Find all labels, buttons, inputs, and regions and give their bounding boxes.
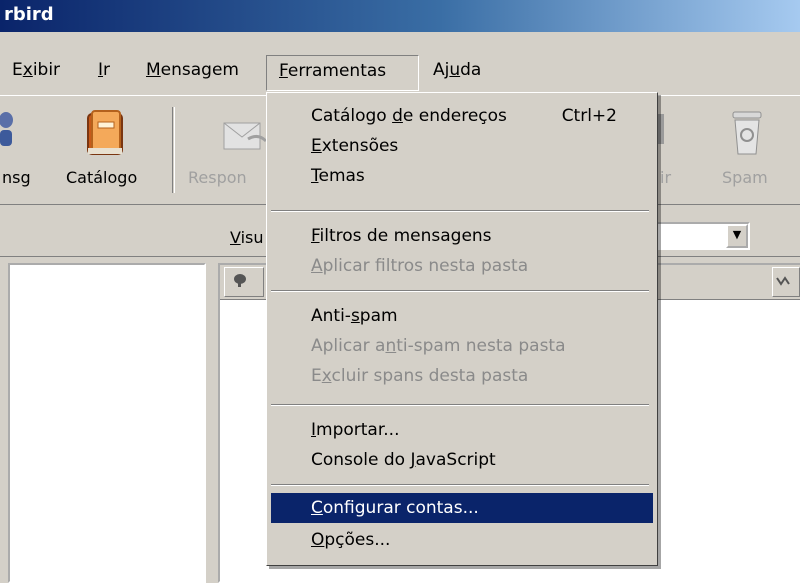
junk-column-icon[interactable] xyxy=(772,267,800,297)
view-label: Visu xyxy=(230,228,264,247)
menu-separator xyxy=(271,290,649,292)
new-msg-button-label[interactable]: nsg xyxy=(2,168,31,187)
menu-ajuda[interactable]: Ajuda xyxy=(433,60,481,80)
thread-column-icon[interactable] xyxy=(224,267,264,297)
menu-item-message-filters[interactable]: Filtros de mensagens xyxy=(267,221,651,251)
pane-splitter[interactable] xyxy=(206,263,218,583)
menu-item-apply-antispam: Aplicar anti-spam nesta pasta xyxy=(311,336,566,356)
menu-item-address-book[interactable]: Catálogo de endereços Ctrl+2 xyxy=(267,101,651,131)
reply-button-label: Respon xyxy=(188,168,247,187)
menu-item-account-settings[interactable]: Configurar contas... xyxy=(271,493,653,523)
menu-item-themes[interactable]: Temas xyxy=(267,161,651,191)
menu-ir[interactable]: Ir xyxy=(98,60,110,80)
shortcut-label: Ctrl+2 xyxy=(561,106,617,126)
delete-button-label: ir xyxy=(660,168,672,187)
menu-ferramentas[interactable]: Ferramentas xyxy=(266,55,419,91)
catalog-button-label[interactable]: Catálogo xyxy=(66,168,137,187)
tools-dropdown-menu: Catálogo de endereços Ctrl+2 Extensões T… xyxy=(266,92,658,566)
person-icon xyxy=(0,112,13,146)
menu-exibir[interactable]: Exibir xyxy=(12,60,60,80)
folder-pane[interactable] xyxy=(8,263,206,583)
menu-item-options[interactable]: Opções... xyxy=(267,525,651,555)
menu-separator xyxy=(271,484,649,486)
reply-icon xyxy=(223,122,268,150)
trash-can-icon xyxy=(732,111,762,155)
toolbar-separator xyxy=(172,107,175,193)
view-select[interactable]: ▼ xyxy=(650,222,750,250)
menu-item-js-console[interactable]: Console do JavaScript xyxy=(267,445,651,475)
menu-mensagem[interactable]: Mensagem xyxy=(146,60,239,80)
spam-button-label: Spam xyxy=(722,168,768,187)
menu-item-extensions[interactable]: Extensões xyxy=(267,131,651,161)
window-title: rbird xyxy=(4,4,54,25)
menu-separator xyxy=(271,404,649,406)
menu-item-delete-spam: Excluir spans desta pasta xyxy=(311,366,529,386)
menu-item-apply-filters: Aplicar filtros nesta pasta xyxy=(311,256,529,276)
menu-item-antispam[interactable]: Anti-spam xyxy=(267,301,651,331)
chevron-down-icon[interactable]: ▼ xyxy=(726,224,748,248)
title-bar: rbird xyxy=(0,0,800,32)
address-book-icon[interactable] xyxy=(82,108,128,158)
menu-item-import[interactable]: Importar... xyxy=(267,415,651,445)
menu-separator xyxy=(271,210,649,212)
